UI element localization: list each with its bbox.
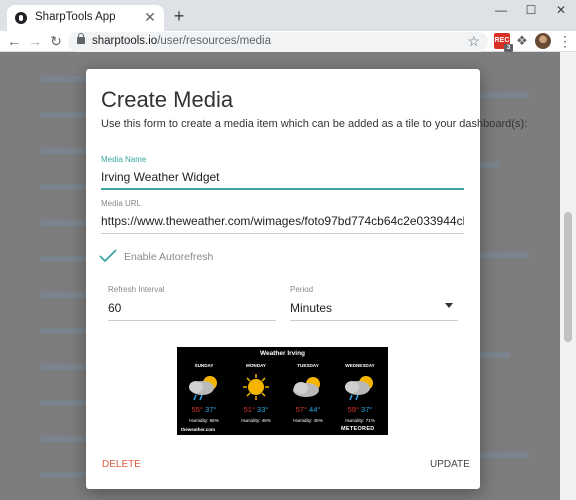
maximize-window-icon[interactable]: ☐ bbox=[516, 0, 546, 20]
back-arrow-icon[interactable]: ← bbox=[6, 33, 22, 49]
new-tab-button[interactable]: + bbox=[170, 7, 188, 25]
page-backdrop: Create Media Use this form to create a m… bbox=[0, 52, 576, 500]
weather-humidity: Humidity: 71% bbox=[345, 418, 375, 423]
refresh-interval-input[interactable]: 60 bbox=[108, 301, 268, 315]
address-bar[interactable]: sharptools.io/user/resources/media ☆ bbox=[68, 32, 488, 52]
scrollbar-thumb[interactable] bbox=[564, 212, 572, 342]
weather-source: theweather.com bbox=[181, 427, 216, 432]
sharptools-favicon-icon bbox=[15, 12, 27, 24]
autorefresh-label[interactable]: Enable Autorefresh bbox=[124, 251, 213, 263]
reload-icon[interactable]: ↻ bbox=[48, 33, 64, 49]
chevron-down-icon[interactable] bbox=[445, 303, 453, 308]
media-name-underline bbox=[101, 188, 464, 190]
media-url-input[interactable]: https://www.theweather.com/wimages/foto9… bbox=[101, 214, 464, 228]
weather-humidity: Humidity: 66% bbox=[189, 418, 219, 423]
meteored-logo: METEORED bbox=[341, 426, 375, 432]
weather-day-label: WEDNESDAY bbox=[345, 363, 375, 368]
weather-temps: 59° 37° bbox=[347, 405, 373, 414]
autorefresh-checkbox[interactable] bbox=[99, 249, 117, 263]
browser-tab[interactable]: SharpTools App ✕ bbox=[7, 5, 164, 31]
profile-avatar[interactable] bbox=[535, 33, 551, 49]
close-tab-icon[interactable]: ✕ bbox=[142, 9, 158, 25]
weather-temps: 55° 37° bbox=[191, 405, 217, 414]
browser-toolbar: ← → ↻ sharptools.io/user/resources/media… bbox=[0, 31, 576, 52]
media-url-underline bbox=[101, 233, 464, 234]
cloud-rain-sun-icon bbox=[345, 376, 373, 401]
cloud-rain-sun-icon bbox=[189, 376, 217, 401]
weather-day-label: TUESDAY bbox=[297, 363, 319, 368]
weather-widget-preview: Weather Irving SUNDAY 55° 37° Humidity: … bbox=[177, 347, 388, 435]
create-media-dialog: Create Media Use this form to create a m… bbox=[86, 69, 527, 489]
forward-arrow-icon[interactable]: → bbox=[27, 33, 43, 49]
update-button[interactable]: UPDATE bbox=[430, 459, 470, 470]
weather-day-label: MONDAY bbox=[246, 363, 266, 368]
weather-humidity: Humidity: 45% bbox=[293, 418, 323, 423]
cloud-sun-icon bbox=[293, 377, 320, 397]
minimize-window-icon[interactable]: — bbox=[486, 0, 516, 20]
refresh-interval-underline bbox=[108, 320, 276, 321]
weather-temps: 57° 44° bbox=[295, 405, 321, 414]
period-select[interactable]: Minutes bbox=[290, 301, 430, 315]
weather-title: Weather Irving bbox=[259, 350, 306, 357]
refresh-interval-label: Refresh Interval bbox=[108, 285, 165, 294]
period-label: Period bbox=[290, 285, 314, 294]
period-underline bbox=[290, 320, 458, 321]
weather-day-label: SUNDAY bbox=[194, 363, 214, 368]
record-extension-icon[interactable]: REC 3 bbox=[494, 33, 513, 52]
browser-tab-strip: SharpTools App ✕ + — ☐ ✕ bbox=[0, 0, 576, 31]
page-scrollbar[interactable] bbox=[560, 52, 576, 500]
extensions-puzzle-icon[interactable]: ❖ bbox=[514, 33, 530, 49]
close-window-icon[interactable]: ✕ bbox=[546, 0, 576, 20]
dialog-description: Use this form to create a media item whi… bbox=[101, 118, 528, 130]
media-name-label: Media Name bbox=[101, 155, 147, 164]
delete-button[interactable]: DELETE bbox=[102, 459, 141, 470]
lock-icon bbox=[77, 33, 85, 44]
sun-icon bbox=[243, 374, 269, 400]
bookmark-star-icon[interactable]: ☆ bbox=[467, 33, 480, 50]
tab-title: SharpTools App bbox=[35, 11, 116, 23]
weather-temps: 51° 33° bbox=[243, 405, 269, 414]
media-url-label: Media URL bbox=[101, 199, 142, 208]
extension-badge: 3 bbox=[504, 44, 513, 52]
browser-menu-icon[interactable]: ⋮ bbox=[558, 33, 572, 49]
dialog-title: Create Media bbox=[101, 87, 234, 112]
media-name-input[interactable]: Irving Weather Widget bbox=[101, 170, 463, 184]
address-url[interactable]: sharptools.io/user/resources/media bbox=[92, 35, 271, 47]
weather-humidity: Humidity: 46% bbox=[241, 418, 271, 423]
